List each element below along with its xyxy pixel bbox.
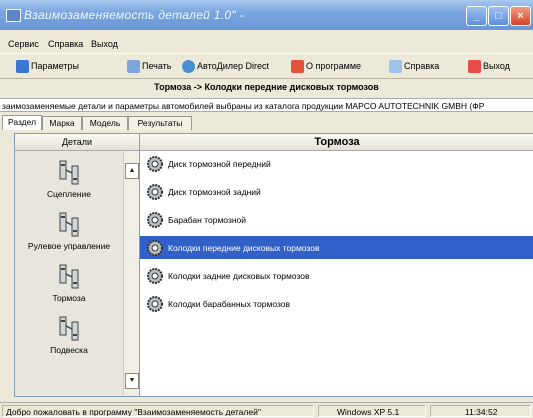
menu-help[interactable]: Справка xyxy=(48,39,83,49)
printer-icon xyxy=(127,59,140,73)
catalog-info-text: заимозаменяемые детали и параметры автом… xyxy=(0,98,533,112)
list-item[interactable]: Колодки задние дисковых тормозов xyxy=(140,264,533,287)
window-title: Взаимозаменяемость деталей 1.0" - xyxy=(24,8,244,22)
main-panel: Детали Сцепление Рулевое управление Торм… xyxy=(14,133,533,397)
menu-service[interactable]: Сервис xyxy=(8,39,39,49)
status-os: Windows XP 5.1 xyxy=(318,405,426,417)
brakes-header: Тормоза xyxy=(140,134,533,151)
category-suspension[interactable]: Подвеска xyxy=(15,314,123,355)
tab-brand[interactable]: Марка xyxy=(42,116,82,130)
exit-button[interactable]: Выход xyxy=(468,58,510,74)
menu-exit[interactable]: Выход xyxy=(91,39,118,49)
params-button[interactable]: Параметры xyxy=(16,58,79,74)
brake-part-icon xyxy=(147,211,163,228)
maximize-button[interactable]: □ xyxy=(488,6,509,26)
title-bar[interactable]: Взаимозаменяемость деталей 1.0" - _ □ × xyxy=(0,0,533,30)
list-item-selected[interactable]: Колодки передние дисковых тормозов xyxy=(140,236,533,259)
brake-part-icon xyxy=(147,267,163,284)
brake-part-icon xyxy=(147,183,163,200)
toolbar: Параметры Печать АвтоДилер Direct О прог… xyxy=(0,53,533,79)
dealer-button[interactable]: АвтоДилер Direct xyxy=(182,58,269,74)
list-item[interactable]: Диск тормозной задний xyxy=(140,180,533,203)
tab-section[interactable]: Раздел xyxy=(2,115,42,130)
info-icon xyxy=(291,59,304,73)
app-icon xyxy=(6,9,21,22)
app-window: Взаимозаменяемость деталей 1.0" - _ □ × … xyxy=(0,0,533,418)
list-item[interactable]: Барабан тормозной xyxy=(140,208,533,231)
scroll-up-icon[interactable]: ▲ xyxy=(125,163,139,179)
help-button[interactable]: Справка xyxy=(389,58,439,74)
list-item[interactable]: Диск тормозной передний xyxy=(140,152,533,175)
brake-part-icon xyxy=(147,295,163,312)
brake-part-icon xyxy=(147,239,163,256)
tab-model[interactable]: Модель xyxy=(82,116,128,130)
print-button[interactable]: Печать xyxy=(127,58,171,74)
parts-icon xyxy=(59,212,79,237)
settings-icon xyxy=(16,59,29,73)
breadcrumb: Тормоза -> Колодки передние дисковых тор… xyxy=(154,82,379,92)
minimize-button[interactable]: _ xyxy=(466,6,487,26)
brake-part-icon xyxy=(147,155,163,172)
category-brakes[interactable]: Тормоза xyxy=(15,262,123,303)
status-time: 11:34:52 xyxy=(430,405,531,417)
status-welcome: Добро пожаловать в программу "Взаимозаме… xyxy=(2,405,314,417)
parts-icon xyxy=(59,316,79,341)
category-steering[interactable]: Рулевое управление xyxy=(15,210,123,251)
parts-icon xyxy=(59,160,79,185)
parts-category-list: Детали Сцепление Рулевое управление Торм… xyxy=(15,134,140,396)
category-scrollbar[interactable]: ▲ ▼ xyxy=(123,151,139,395)
close-button[interactable]: × xyxy=(510,6,531,26)
status-bar: Добро пожаловать в программу "Взаимозаме… xyxy=(0,402,533,418)
exit-icon xyxy=(468,59,481,73)
dealer-icon xyxy=(182,59,195,73)
help-icon xyxy=(389,59,402,73)
parts-header: Детали xyxy=(15,134,139,151)
category-clutch[interactable]: Сцепление xyxy=(15,158,123,199)
list-item[interactable]: Колодки барабанных тормозов xyxy=(140,292,533,315)
scroll-down-icon[interactable]: ▼ xyxy=(125,373,139,389)
tab-results[interactable]: Результаты xyxy=(128,116,192,130)
parts-icon xyxy=(59,264,79,289)
about-button[interactable]: О программе xyxy=(291,58,361,74)
menu-bar: Сервис Справка Выход xyxy=(0,38,533,52)
